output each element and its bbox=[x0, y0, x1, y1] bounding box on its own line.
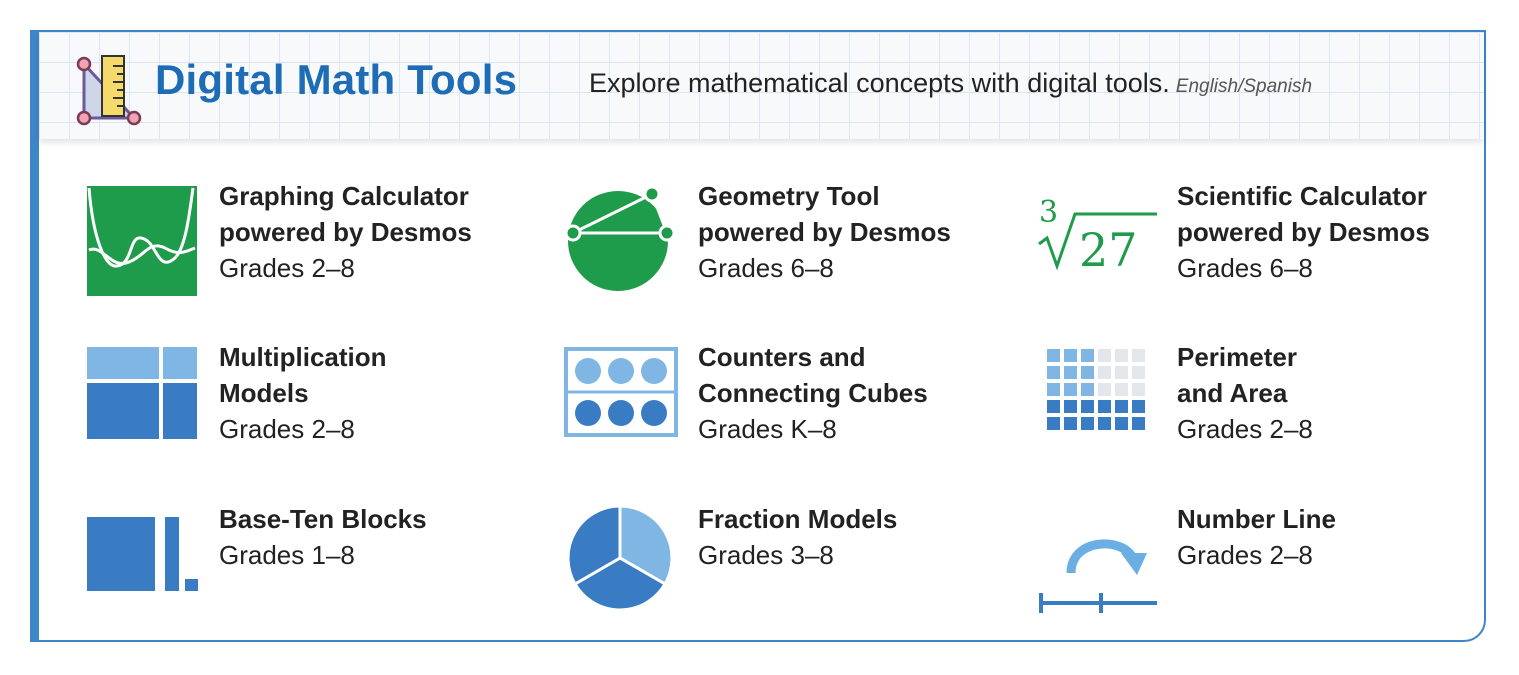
tool-subname: powered by Desmos bbox=[698, 217, 951, 247]
tool-scientific-calculator[interactable]: 3 27 Scientific Calculator powered by De… bbox=[1037, 178, 1477, 298]
grid-cell bbox=[1047, 400, 1060, 413]
grid-cell bbox=[1081, 417, 1094, 430]
grid-cell bbox=[1047, 383, 1060, 396]
tool-number-line[interactable]: Number Line Grades 2–8 bbox=[1037, 501, 1477, 621]
grid-cell bbox=[1098, 400, 1111, 413]
tool-text: Perimeter and Area Grades 2–8 bbox=[1177, 339, 1313, 447]
tool-subname: Connecting Cubes bbox=[698, 378, 928, 408]
geometry-tool-icon bbox=[564, 185, 676, 291]
grid-cell bbox=[1064, 400, 1077, 413]
page-title: Digital Math Tools bbox=[155, 56, 518, 103]
grid-cell bbox=[1132, 383, 1145, 396]
digital-math-tools-panel: Digital Math Tools Explore mathematical … bbox=[30, 30, 1486, 642]
grid-cell bbox=[1098, 383, 1111, 396]
grid-cell bbox=[1081, 349, 1094, 362]
base-ten-blocks-icon bbox=[87, 517, 198, 591]
tool-text: Geometry Tool powered by Desmos Grades 6… bbox=[698, 178, 951, 286]
radical-index: 3 bbox=[1039, 195, 1058, 230]
grid-cell bbox=[1064, 383, 1077, 396]
grid-cell bbox=[1098, 349, 1111, 362]
panel-header: Digital Math Tools Explore mathematical … bbox=[39, 32, 1484, 139]
grid-cell bbox=[1098, 417, 1111, 430]
grid-cell bbox=[1081, 400, 1094, 413]
grid-cell bbox=[1098, 366, 1111, 379]
tool-text: Counters and Connecting Cubes Grades K–8 bbox=[698, 339, 928, 447]
tool-multiplication-models[interactable]: Multiplication Models Grades 2–8 bbox=[79, 339, 519, 459]
multiplication-models-icon bbox=[87, 347, 197, 439]
grid-cell bbox=[1115, 383, 1128, 396]
grid-cell bbox=[1132, 349, 1145, 362]
tool-text: Multiplication Models Grades 2–8 bbox=[219, 339, 387, 447]
grid-cell bbox=[1064, 349, 1077, 362]
tool-text: Fraction Models Grades 3–8 bbox=[698, 501, 897, 573]
grid-cell bbox=[1047, 366, 1060, 379]
tool-grades: Grades 2–8 bbox=[1177, 414, 1313, 444]
tool-base-ten-blocks[interactable]: Base-Ten Blocks Grades 1–8 bbox=[79, 501, 519, 621]
tool-grades: Grades 2–8 bbox=[219, 414, 355, 444]
grid-cell bbox=[1115, 400, 1128, 413]
grid-cell bbox=[1081, 383, 1094, 396]
tool-name: Number Line bbox=[1177, 504, 1336, 534]
subtitle-text: Explore mathematical concepts with digit… bbox=[589, 68, 1170, 98]
tool-name: Fraction Models bbox=[698, 504, 898, 534]
tool-name: Scientific Calculator bbox=[1177, 181, 1427, 211]
tool-name: Counters and bbox=[698, 342, 866, 372]
tool-name: Base-Ten Blocks bbox=[219, 504, 427, 534]
tool-grades: Grades 6–8 bbox=[698, 253, 834, 283]
tool-grades: Grades 3–8 bbox=[698, 540, 834, 570]
tool-subname: Models bbox=[219, 378, 309, 408]
perimeter-area-icon bbox=[1045, 347, 1149, 443]
language-note: English/Spanish bbox=[1175, 76, 1313, 97]
grid-cell bbox=[1115, 417, 1128, 430]
number-line-icon bbox=[1039, 539, 1157, 613]
tool-subname: and Area bbox=[1177, 378, 1288, 408]
grid-cell bbox=[1064, 366, 1077, 379]
tool-text: Graphing Calculator powered by Desmos Gr… bbox=[219, 178, 472, 286]
page-subtitle: Explore mathematical concepts with digit… bbox=[589, 68, 1312, 99]
tool-geometry[interactable]: Geometry Tool powered by Desmos Grades 6… bbox=[558, 178, 998, 298]
tool-grades: Grades K–8 bbox=[698, 414, 837, 444]
scientific-calculator-icon: 3 27 bbox=[1038, 195, 1157, 277]
grid-cell bbox=[1115, 349, 1128, 362]
grid-cell bbox=[1081, 366, 1094, 379]
grid-cell bbox=[1047, 349, 1060, 362]
grid-cell bbox=[1132, 400, 1145, 413]
tool-graphing-calculator[interactable]: Graphing Calculator powered by Desmos Gr… bbox=[79, 178, 519, 298]
tool-name: Graphing Calculator bbox=[219, 181, 469, 211]
grid-cell bbox=[1115, 366, 1128, 379]
graphing-calculator-icon bbox=[87, 186, 197, 296]
tool-grades: Grades 2–8 bbox=[1177, 540, 1313, 570]
tool-subname: powered by Desmos bbox=[219, 217, 472, 247]
grid-cell bbox=[1064, 417, 1077, 430]
tool-name: Perimeter bbox=[1177, 342, 1297, 372]
tool-fraction-models[interactable]: Fraction Models Grades 3–8 bbox=[558, 501, 998, 621]
tool-grades: Grades 6–8 bbox=[1177, 253, 1313, 283]
tool-subname: powered by Desmos bbox=[1177, 217, 1430, 247]
grid-cell bbox=[1132, 366, 1145, 379]
tool-grades: Grades 1–8 bbox=[219, 540, 355, 570]
tool-name: Multiplication bbox=[219, 342, 387, 372]
triangle-ruler-icon bbox=[76, 55, 142, 126]
counters-icon bbox=[564, 347, 678, 437]
tool-grades: Grades 2–8 bbox=[219, 253, 355, 283]
tool-text: Scientific Calculator powered by Desmos … bbox=[1177, 178, 1430, 286]
fraction-models-icon bbox=[566, 504, 674, 612]
grid-cell bbox=[1132, 417, 1145, 430]
grid-cell bbox=[1047, 417, 1060, 430]
radicand: 27 bbox=[1079, 223, 1138, 277]
tool-perimeter-area[interactable]: Perimeter and Area Grades 2–8 bbox=[1037, 339, 1477, 459]
tool-counters-cubes[interactable]: Counters and Connecting Cubes Grades K–8 bbox=[558, 339, 998, 459]
tool-text: Number Line Grades 2–8 bbox=[1177, 501, 1336, 573]
tool-text: Base-Ten Blocks Grades 1–8 bbox=[219, 501, 427, 573]
tool-name: Geometry Tool bbox=[698, 181, 880, 211]
